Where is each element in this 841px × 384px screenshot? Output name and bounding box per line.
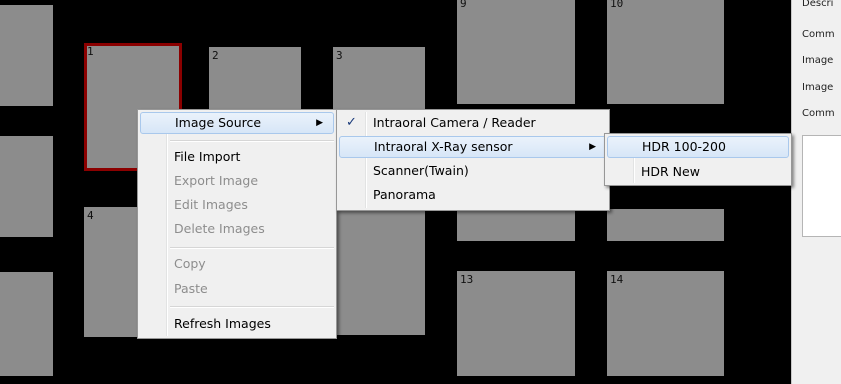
thumbnail-number: 1 xyxy=(87,45,94,58)
menu-item-label: Image Source xyxy=(175,115,262,130)
thumbnail-tile-9[interactable]: 9 xyxy=(457,0,575,104)
thumbnail-tile[interactable] xyxy=(333,209,425,335)
menu-item-label: Refresh Images xyxy=(174,316,271,331)
image-label: Image xyxy=(802,82,834,93)
menu-item-scanner[interactable]: Scanner(Twain) xyxy=(339,160,607,182)
menu-separator xyxy=(170,247,334,249)
checkmark-icon: ✓ xyxy=(346,115,357,130)
thumbnail-tile[interactable] xyxy=(0,5,53,106)
comment-textbox[interactable] xyxy=(802,135,841,237)
menu-item-hdr-new[interactable]: HDR New xyxy=(607,161,789,183)
menu-item-xray-sensor[interactable]: Intraoral X-Ray sensor ▶ xyxy=(339,136,607,158)
thumbnail-tile[interactable] xyxy=(0,272,53,376)
menu-item-export-image[interactable]: Export Image xyxy=(140,170,334,192)
image-details-panel: Descri Comm Image Image Comm xyxy=(791,0,841,384)
thumbnail-tile[interactable] xyxy=(0,136,53,237)
image-label: Image xyxy=(802,55,834,66)
menu-separator xyxy=(170,306,334,308)
menu-item-hdr-100-200[interactable]: HDR 100-200 xyxy=(607,136,789,158)
thumbnail-tile-10[interactable]: 10 xyxy=(607,0,724,104)
menu-item-label: Paste xyxy=(174,281,208,296)
thumbnail-tile-13[interactable]: 13 xyxy=(457,271,575,376)
context-menu: Image Source ▶ File Import Export Image … xyxy=(137,109,337,339)
thumbnail-tile[interactable] xyxy=(607,209,724,241)
description-label: Descri xyxy=(802,0,834,9)
menu-item-label: Panorama xyxy=(373,187,436,202)
menu-item-label: Scanner(Twain) xyxy=(373,163,469,178)
menu-item-image-source[interactable]: Image Source ▶ xyxy=(140,112,334,134)
menu-item-label: Delete Images xyxy=(174,221,265,236)
menu-item-paste[interactable]: Paste xyxy=(140,278,334,300)
menu-item-camera-reader[interactable]: ✓ Intraoral Camera / Reader xyxy=(339,112,607,134)
thumbnail-number: 4 xyxy=(87,209,94,222)
thumbnail-number: 13 xyxy=(460,273,474,286)
menu-item-edit-images[interactable]: Edit Images xyxy=(140,194,334,216)
thumbnail-number: 14 xyxy=(610,273,624,286)
menu-item-label: Intraoral Camera / Reader xyxy=(373,115,536,130)
thumbnail-tile-14[interactable]: 14 xyxy=(607,271,724,376)
thumbnail-number: 10 xyxy=(610,0,624,10)
menu-item-file-import[interactable]: File Import xyxy=(140,146,334,168)
comment-label: Comm xyxy=(802,108,835,119)
menu-item-label: HDR New xyxy=(641,164,700,179)
comment-label: Comm xyxy=(802,29,835,40)
thumbnail-number: 2 xyxy=(212,49,219,62)
menu-item-panorama[interactable]: Panorama xyxy=(339,184,607,206)
submenu-arrow-icon: ▶ xyxy=(589,142,596,152)
thumbnail-number: 9 xyxy=(460,0,467,10)
menu-item-label: Intraoral X-Ray sensor xyxy=(374,139,513,154)
menu-separator xyxy=(170,140,334,142)
menu-item-label: HDR 100-200 xyxy=(642,139,726,154)
menu-item-refresh-images[interactable]: Refresh Images xyxy=(140,313,334,335)
xray-sensor-submenu: HDR 100-200 HDR New xyxy=(604,133,792,186)
image-source-submenu: ✓ Intraoral Camera / Reader Intraoral X-… xyxy=(336,109,610,211)
menu-item-label: Copy xyxy=(174,256,206,271)
menu-item-delete-images[interactable]: Delete Images xyxy=(140,218,334,240)
thumbnail-number: 3 xyxy=(336,49,343,62)
menu-item-copy[interactable]: Copy xyxy=(140,253,334,275)
submenu-arrow-icon: ▶ xyxy=(316,118,323,128)
menu-item-label: Export Image xyxy=(174,173,259,188)
menu-item-label: File Import xyxy=(174,149,241,164)
thumbnail-tile[interactable] xyxy=(457,209,575,241)
menu-item-label: Edit Images xyxy=(174,197,248,212)
